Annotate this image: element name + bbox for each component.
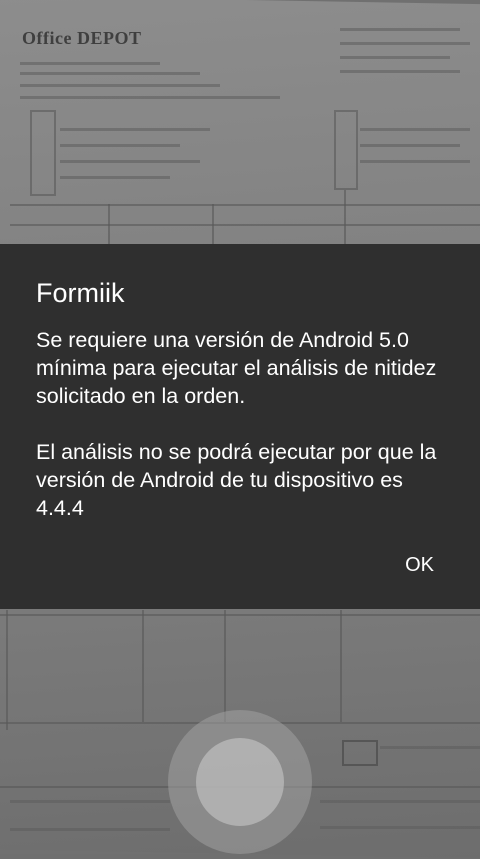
doc-rule [6, 610, 8, 730]
doc-rule [340, 610, 342, 722]
alert-dialog: Formiik Se requiere una versión de Andro… [0, 244, 480, 609]
doc-rule [0, 614, 480, 616]
office-depot-logo: Office DEPOT [22, 28, 141, 49]
doc-text-line [320, 826, 480, 829]
doc-stamp-box [342, 740, 378, 766]
doc-box [334, 110, 358, 190]
doc-text-line [20, 62, 160, 65]
dialog-message-paragraph-2: El análisis no se podrá ejecutar por que… [36, 440, 437, 520]
logo-text: Office DEPOT [22, 28, 142, 48]
doc-text-line [20, 84, 220, 87]
doc-rule [344, 190, 346, 244]
doc-text-line [20, 72, 200, 75]
doc-box [30, 110, 56, 196]
doc-text-line [60, 160, 200, 163]
doc-text-line [380, 746, 480, 749]
doc-rule [108, 204, 110, 244]
doc-text-line [340, 70, 460, 73]
doc-text-line [320, 800, 480, 803]
doc-text-line [60, 144, 180, 147]
doc-text-line [340, 42, 470, 45]
doc-rule [10, 224, 480, 226]
doc-rule [212, 204, 214, 244]
doc-text-line [20, 96, 280, 99]
doc-rule [142, 610, 144, 722]
doc-rule [224, 610, 226, 722]
doc-text-line [360, 144, 460, 147]
dialog-title: Formiik [36, 278, 125, 308]
ok-button[interactable]: OK [393, 550, 446, 581]
doc-text-line [360, 160, 470, 163]
doc-text-line [10, 828, 170, 831]
dialog-message: Se requiere una versión de Android 5.0 m… [36, 326, 446, 522]
doc-text-line [360, 128, 470, 131]
doc-rule [10, 204, 480, 206]
doc-text-line [10, 800, 170, 803]
doc-text-line [340, 56, 450, 59]
dialog-message-paragraph-1: Se requiere una versión de Android 5.0 m… [36, 328, 437, 408]
doc-text-line [340, 28, 460, 31]
doc-text-line [60, 176, 170, 179]
doc-text-line [60, 128, 210, 131]
capture-button[interactable] [196, 738, 284, 826]
